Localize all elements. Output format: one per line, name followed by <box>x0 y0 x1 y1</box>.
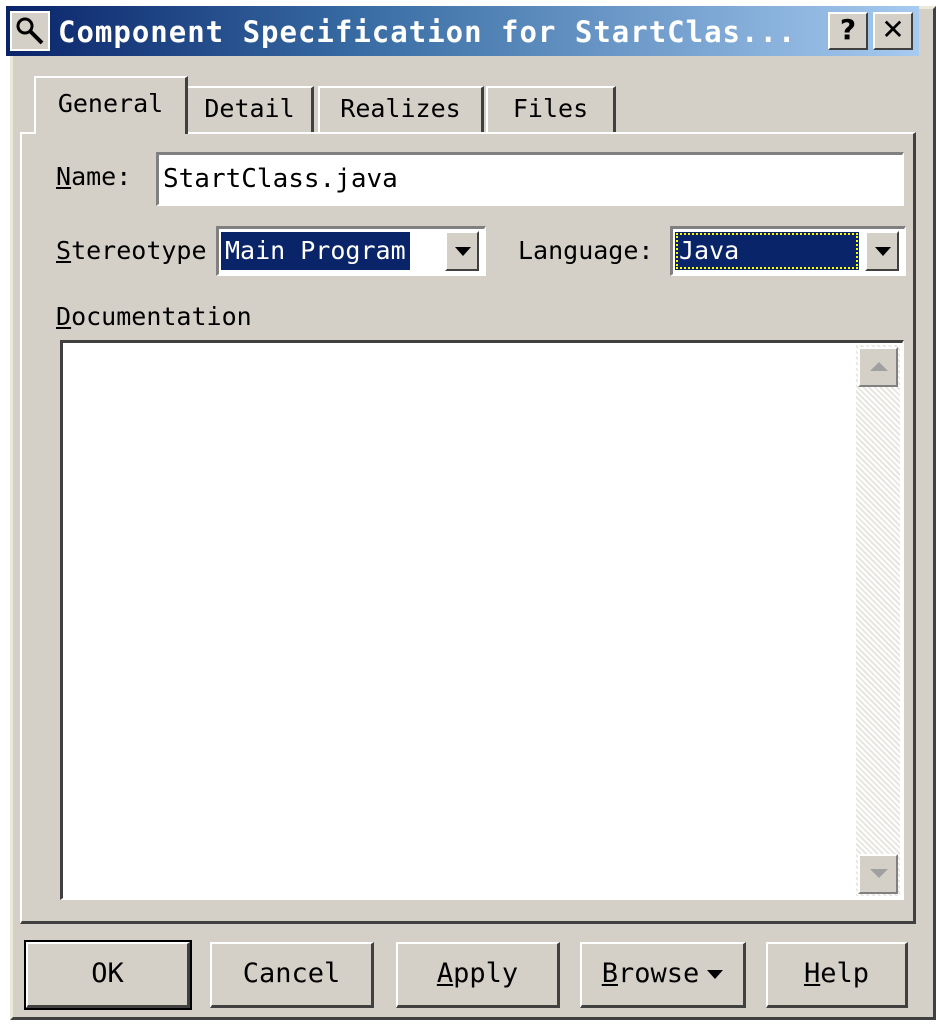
language-combobox[interactable]: Java <box>670 226 906 276</box>
documentation-label: Documentation <box>56 302 252 331</box>
scroll-up-arrow-icon[interactable] <box>858 347 898 387</box>
tab-general[interactable]: General <box>34 76 188 134</box>
scroll-down-arrow-icon[interactable] <box>858 854 898 894</box>
tab-detail[interactable]: Detail <box>186 86 314 132</box>
language-dropdown-arrow-icon[interactable] <box>865 231 899 271</box>
browse-dropdown-arrow-icon <box>707 970 724 979</box>
stereotype-dropdown-arrow-icon[interactable] <box>445 231 479 271</box>
language-selected-value: Java <box>675 232 859 270</box>
tab-files[interactable]: Files <box>486 86 616 132</box>
name-field[interactable]: StartClass.java <box>156 152 904 206</box>
documentation-textarea[interactable] <box>60 340 904 900</box>
stereotype-combobox[interactable]: Main Program <box>216 226 486 276</box>
stereotype-label: Stereotype <box>56 236 207 265</box>
cancel-button[interactable]: Cancel <box>210 942 374 1008</box>
tab-realizes[interactable]: Realizes <box>318 86 484 132</box>
language-label: Language: <box>518 236 654 265</box>
help-title-button[interactable]: ? <box>828 12 868 50</box>
window-title: Component Specification for StartClas... <box>58 15 797 49</box>
close-title-button[interactable]: ✕ <box>873 12 913 50</box>
title-bar[interactable]: Component Specification for StartClas...… <box>6 6 919 56</box>
name-label: Name: <box>56 162 132 191</box>
browse-button[interactable]: Browse <box>580 942 746 1008</box>
ok-button[interactable]: OK <box>24 940 192 1010</box>
magnifier-icon <box>10 11 50 51</box>
apply-button[interactable]: Apply <box>396 942 560 1008</box>
documentation-scrollbar[interactable] <box>856 345 900 896</box>
stereotype-selected-value: Main Program <box>221 232 410 270</box>
help-button[interactable]: Help <box>766 942 908 1008</box>
